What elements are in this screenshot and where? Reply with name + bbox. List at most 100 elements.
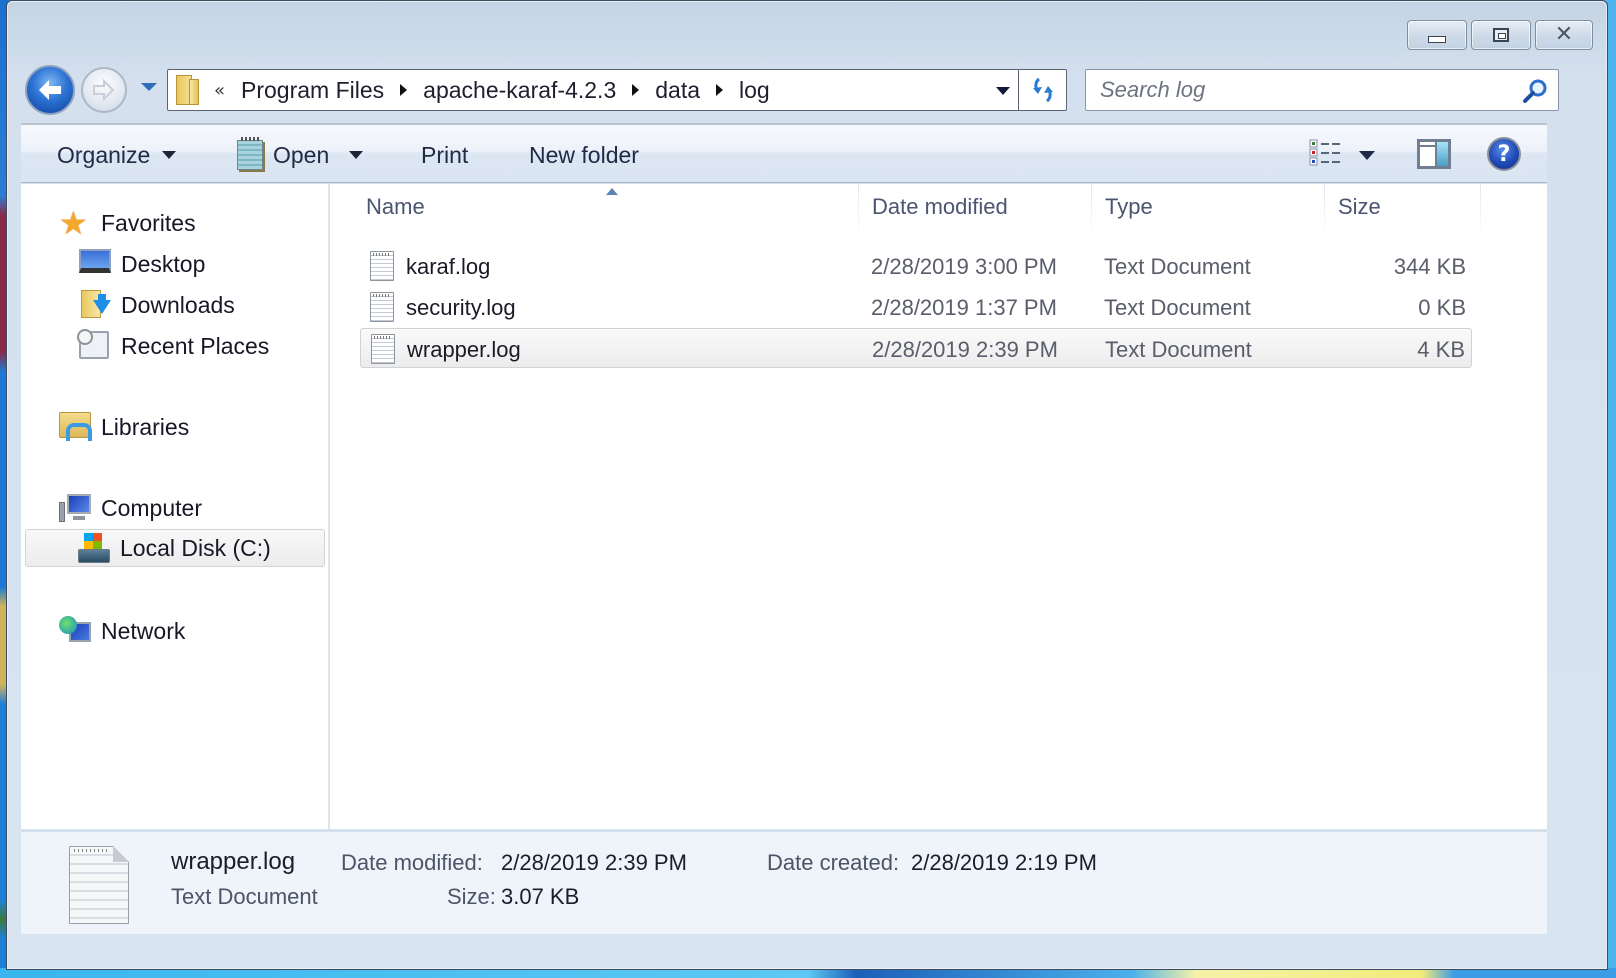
file-name: karaf.log [406,254,491,279]
sidebar-item-recent-places[interactable]: Recent Places [77,327,270,365]
sort-ascending-icon [606,188,618,195]
text-document-icon [370,251,394,281]
desktop-icon [79,249,111,273]
column-divider[interactable] [1480,184,1481,240]
notepad-icon [237,137,263,170]
sidebar-item-favorites[interactable]: ★ Favorites [59,204,196,242]
sidebar-item-local-disk-c[interactable]: Local Disk (C:) [25,529,325,567]
breadcrumb-separator-icon[interactable] [632,84,640,96]
breadcrumb-apache-karaf[interactable]: apache-karaf-4.2.3 [423,77,616,104]
navigation-pane: ★ Favorites Desktop Downloads Recent Pla… [21,184,329,829]
file-size: 4 KB [1417,337,1465,362]
search-icon[interactable] [1522,78,1548,104]
refresh-button[interactable] [1018,70,1066,110]
print-button[interactable]: Print [421,139,468,171]
chevron-down-icon [162,151,177,159]
file-type: Text Document [1104,295,1251,320]
maximize-button[interactable] [1471,20,1531,50]
column-divider[interactable] [1324,184,1325,240]
sidebar-item-computer[interactable]: Computer [59,489,202,527]
details-file-name: wrapper.log [171,848,296,875]
column-header-size[interactable]: Size [1338,194,1381,224]
open-label: Open [273,141,330,168]
details-size-label: Size: [447,884,496,909]
file-name: wrapper.log [407,337,521,362]
file-size: 344 KB [1393,254,1466,279]
file-name: security.log [406,295,516,320]
details-file-type: Text Document [171,884,318,909]
file-row[interactable]: karaf.log 2/28/2019 3:00 PM Text Documen… [360,246,1472,286]
sidebar-item-libraries[interactable]: Libraries [59,408,189,446]
text-document-large-icon [69,846,129,924]
refresh-icon [1032,77,1053,103]
close-button[interactable]: ✕ [1535,20,1593,50]
sidebar-item-label: Computer [101,494,202,521]
details-pane: wrapper.log Text Document Date modified:… [21,830,1547,934]
back-button[interactable] [25,65,75,115]
sidebar-item-label: Recent Places [121,332,270,359]
local-disk-icon [78,533,110,563]
file-size: 0 KB [1418,295,1466,320]
search-box[interactable] [1085,69,1559,111]
file-date-modified: 2/28/2019 2:39 PM [872,337,1058,362]
column-divider[interactable] [1091,184,1092,240]
sidebar-item-desktop[interactable]: Desktop [79,245,205,283]
breadcrumb-separator-icon[interactable] [716,84,724,96]
breadcrumb-log[interactable]: log [739,77,770,104]
file-date-modified: 2/28/2019 3:00 PM [871,254,1057,279]
recent-pages-chevron-down-icon[interactable] [141,83,157,91]
sidebar-item-network[interactable]: Network [59,612,185,650]
details-date-created-label: Date created: [767,850,900,875]
details-date-modified-label: Date modified: [341,850,483,875]
view-options-chevron-down-icon[interactable] [1359,151,1375,160]
address-bar[interactable]: « Program Files apache-karaf-4.2.3 data … [167,69,1067,111]
downloads-folder-icon [79,290,111,320]
breadcrumb-program-files[interactable]: Program Files [241,77,384,104]
new-folder-button[interactable]: New folder [529,139,639,171]
file-row-selected[interactable]: wrapper.log 2/28/2019 2:39 PM Text Docum… [360,328,1472,368]
preview-pane-icon[interactable] [1417,139,1451,169]
breadcrumb-data[interactable]: data [655,77,700,104]
minimize-icon [1428,35,1446,43]
sidebar-item-downloads[interactable]: Downloads [79,286,235,324]
print-label: Print [421,141,469,168]
maximize-icon [1493,28,1509,42]
command-bar: Organize Open Print New folder ? [21,123,1547,183]
sidebar-item-label: Desktop [121,250,206,277]
computer-icon [59,494,91,522]
minimize-button[interactable] [1407,20,1467,50]
help-button[interactable]: ? [1487,137,1521,171]
new-folder-label: New folder [529,141,639,168]
breadcrumb-separator-icon[interactable] [400,84,408,96]
file-date-modified: 2/28/2019 1:37 PM [871,295,1057,320]
details-size: 3.07 KB [501,884,580,909]
close-icon: ✕ [1554,22,1574,47]
address-history-chevron-down-icon[interactable] [996,87,1010,95]
file-list-pane: Name Date modified Type Size karaf.log 2… [330,184,1547,829]
sidebar-item-label: Favorites [101,209,196,236]
open-button[interactable]: Open [237,137,364,171]
change-view-icon[interactable] [1309,139,1343,167]
column-header-type[interactable]: Type [1105,194,1153,224]
details-date-modified: 2/28/2019 2:39 PM [501,850,687,875]
column-header-name[interactable]: Name [366,194,425,224]
organize-label: Organize [57,141,151,168]
explorer-window: ✕ « Program Files apache-karaf-4.2.3 dat… [6,0,1608,970]
column-header-date-modified[interactable]: Date modified [872,194,1008,224]
details-date-created: 2/28/2019 2:19 PM [911,850,1097,875]
breadcrumb-overflow-button[interactable]: « [214,80,225,101]
recent-places-icon [77,329,109,359]
column-divider[interactable] [858,184,859,240]
forward-arrow-icon [93,78,115,102]
file-type: Text Document [1105,337,1252,362]
forward-button[interactable] [81,67,127,113]
open-with-chevron-down-icon[interactable] [349,151,364,159]
text-document-icon [371,334,395,364]
search-input[interactable] [1100,77,1500,103]
organize-button[interactable]: Organize [57,139,177,171]
file-row[interactable]: security.log 2/28/2019 1:37 PM Text Docu… [360,287,1472,327]
navigation-bar: « Program Files apache-karaf-4.2.3 data … [23,63,1607,115]
text-document-icon [370,292,394,322]
sidebar-item-label: Network [101,617,186,644]
folder-icon [176,75,200,105]
